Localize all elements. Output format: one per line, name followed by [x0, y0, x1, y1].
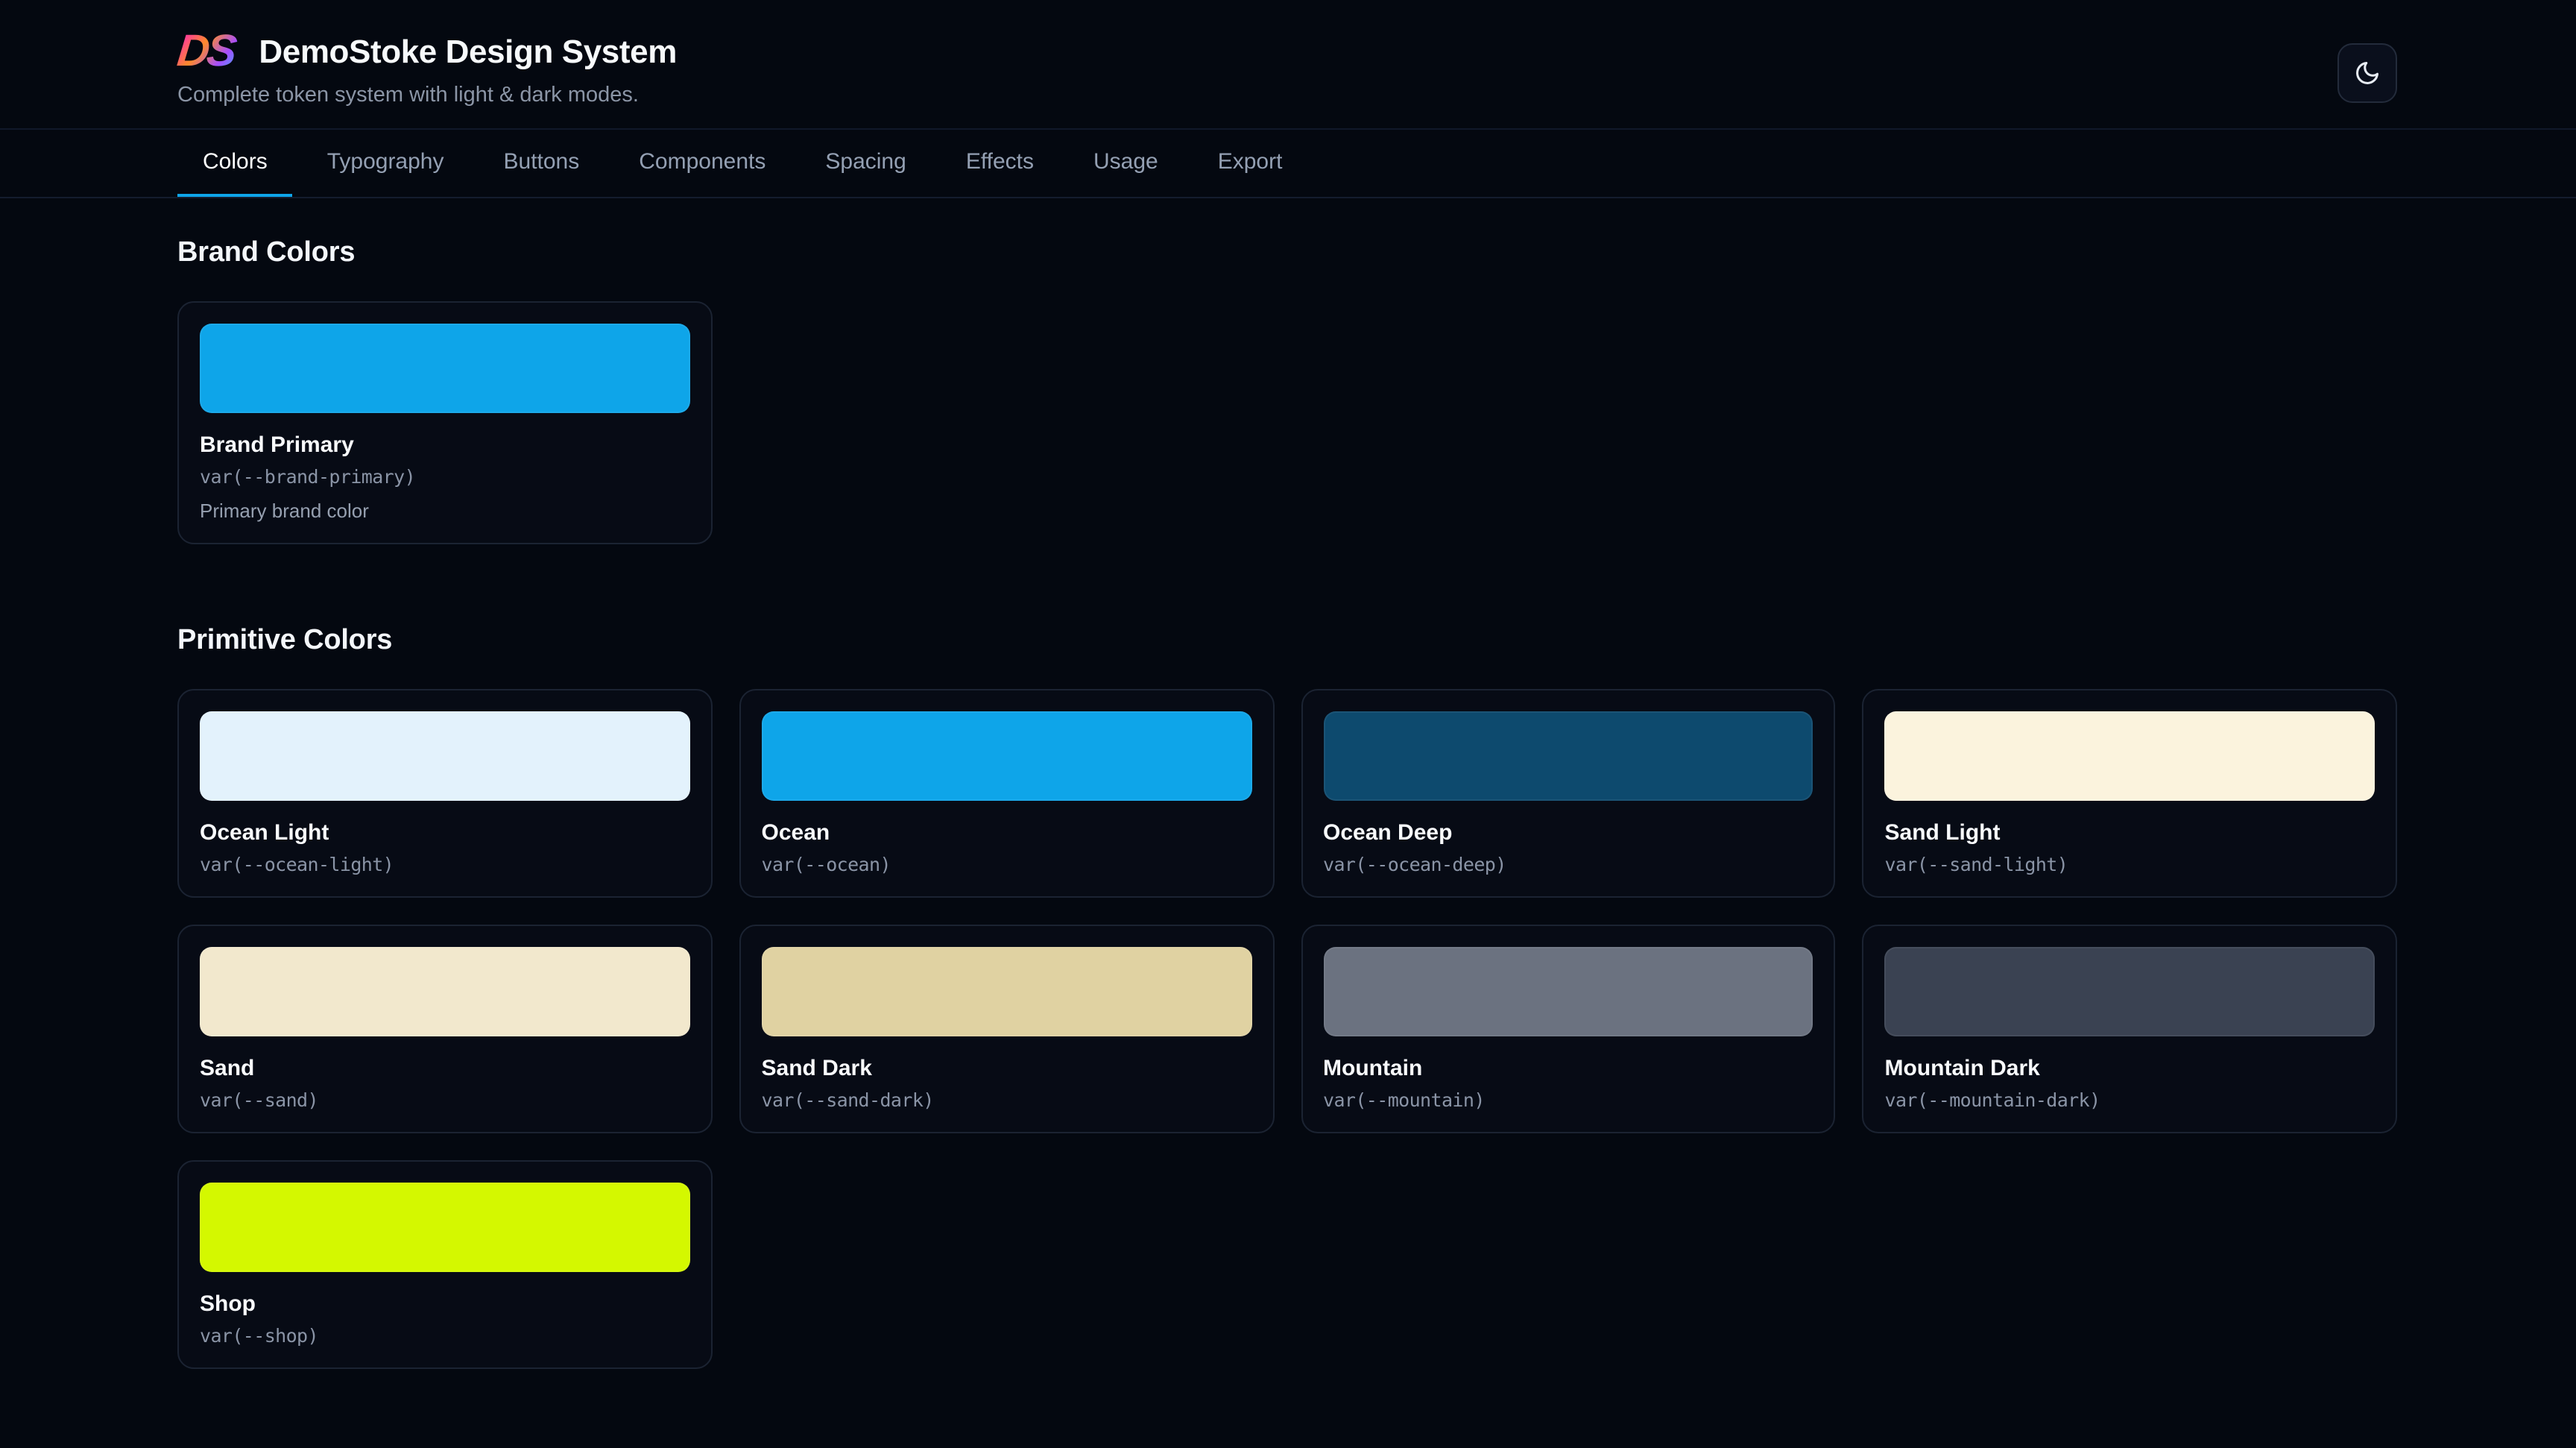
design-system-page: DS DemoStoke Design System Complete toke… [0, 0, 2576, 1448]
color-name: Brand Primary [200, 432, 690, 458]
color-card-grid: Ocean Light var(--ocean-light) Ocean var(--… [177, 689, 2397, 1369]
color-swatch [762, 711, 1252, 801]
tab-usage[interactable]: Usage [1068, 130, 1184, 197]
color-swatch [200, 1183, 690, 1272]
section-brand-colors: Brand Colors Brand Primary var(--brand-pri… [177, 237, 2397, 544]
color-swatch [762, 947, 1252, 1036]
tab-buttons[interactable]: Buttons [479, 130, 605, 197]
color-css-variable: var(--sand) [200, 1089, 690, 1111]
tab-spacing[interactable]: Spacing [800, 130, 931, 197]
color-swatch [1323, 711, 1813, 801]
section-title: Brand Colors [177, 237, 2397, 270]
color-name: Mountain Dark [1885, 1056, 2375, 1081]
section-title: Primitive Colors [177, 625, 2397, 658]
page-subtitle: Complete token system with light & dark … [177, 84, 2397, 107]
color-card-grid: Brand Primary var(--brand-primary) Primary… [177, 301, 2397, 544]
color-swatch [1885, 947, 2375, 1036]
color-card-sand: Sand var(--sand) [177, 925, 713, 1133]
tab-typography[interactable]: Typography [302, 130, 470, 197]
color-card-sand-dark: Sand Dark var(--sand-dark) [739, 925, 1275, 1133]
color-name: Ocean Light [200, 820, 690, 846]
color-card-sand-light: Sand Light var(--sand-light) [1863, 689, 2398, 898]
color-name: Sand Light [1885, 820, 2375, 846]
color-name: Mountain [1323, 1056, 1813, 1081]
color-card-mountain-dark: Mountain Dark var(--mountain-dark) [1863, 925, 2398, 1133]
content: Brand Colors Brand Primary var(--brand-pri… [0, 198, 2576, 1369]
color-name: Ocean [762, 820, 1252, 846]
color-card-ocean-deep: Ocean Deep var(--ocean-deep) [1301, 689, 1836, 898]
color-css-variable: var(--mountain) [1323, 1089, 1813, 1111]
tab-components[interactable]: Components [613, 130, 791, 197]
color-name: Ocean Deep [1323, 820, 1813, 846]
section-primitive-colors: Primitive Colors Ocean Light var(--ocean-l… [177, 625, 2397, 1369]
theme-toggle-button[interactable] [2337, 43, 2397, 103]
color-css-variable: var(--ocean-light) [200, 853, 690, 875]
color-css-variable: var(--brand-primary) [200, 465, 690, 488]
color-swatch [200, 711, 690, 801]
color-swatch [200, 947, 690, 1036]
color-swatch [200, 324, 690, 413]
color-swatch [1885, 711, 2375, 801]
color-css-variable: var(--shop) [200, 1324, 690, 1347]
color-css-variable: var(--ocean) [762, 853, 1252, 875]
tab-colors[interactable]: Colors [177, 130, 293, 197]
tab-effects[interactable]: Effects [941, 130, 1059, 197]
page-title: DemoStoke Design System [259, 33, 677, 72]
color-card-ocean: Ocean var(--ocean) [739, 689, 1275, 898]
color-css-variable: var(--ocean-deep) [1323, 853, 1813, 875]
color-card-brand-primary: Brand Primary var(--brand-primary) Primary… [177, 301, 713, 544]
color-name: Sand Dark [762, 1056, 1252, 1081]
color-name: Shop [200, 1291, 690, 1317]
color-css-variable: var(--sand-dark) [762, 1089, 1252, 1111]
moon-icon [2354, 60, 2381, 86]
color-css-variable: var(--mountain-dark) [1885, 1089, 2375, 1111]
color-card-mountain: Mountain var(--mountain) [1301, 925, 1836, 1133]
brand-row: DS DemoStoke Design System [177, 30, 2397, 75]
color-css-variable: var(--sand-light) [1885, 853, 2375, 875]
tab-bar: ColorsTypographyButtonsComponentsSpacing… [0, 128, 2576, 198]
color-card-shop: Shop var(--shop) [177, 1160, 713, 1369]
demostoke-logo: DS [175, 30, 242, 75]
color-card-ocean-light: Ocean Light var(--ocean-light) [177, 689, 713, 898]
page-header: DS DemoStoke Design System Complete toke… [0, 0, 2576, 128]
color-name: Sand [200, 1056, 690, 1081]
tab-export[interactable]: Export [1193, 130, 1308, 197]
color-description: Primary brand color [200, 500, 690, 522]
color-swatch [1323, 947, 1813, 1036]
